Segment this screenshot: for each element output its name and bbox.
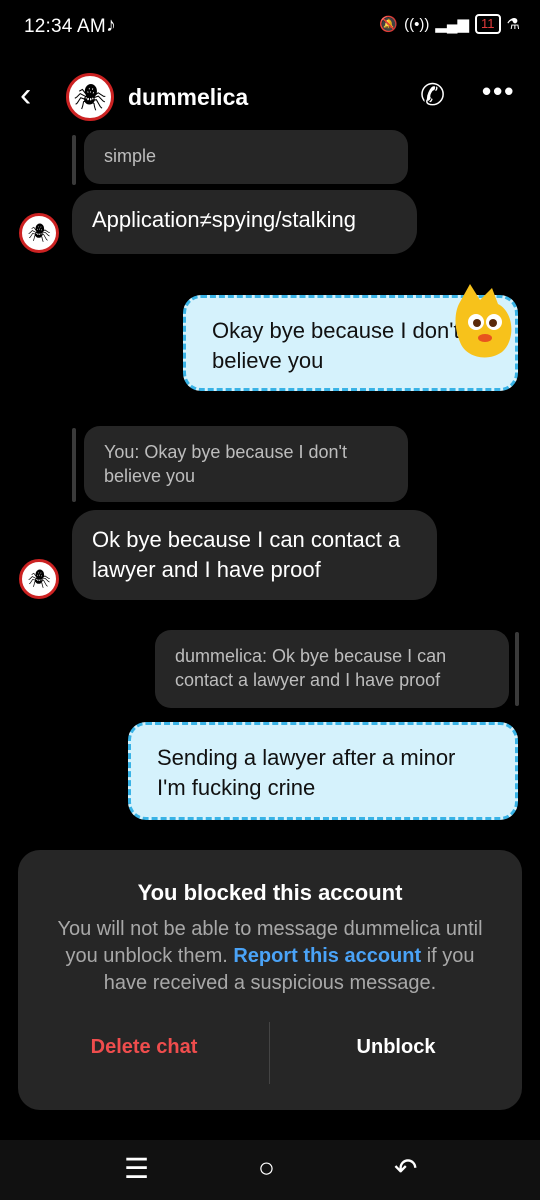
- status-icons: 🔕 ((•)) ▂▄▆ 11 ⚗: [379, 14, 520, 34]
- home-icon[interactable]: ○: [258, 1152, 275, 1184]
- quoted-reply: You: Okay bye because I don't believe yo…: [84, 426, 408, 502]
- partial-message: simple: [84, 130, 408, 184]
- phone-icon[interactable]: ✆: [420, 78, 445, 113]
- back-icon[interactable]: ‹: [20, 78, 31, 112]
- flask-icon: ⚗: [506, 16, 520, 33]
- chat-username[interactable]: dummelica: [128, 84, 248, 111]
- mascot-sticker-icon: [455, 284, 512, 358]
- incoming-message[interactable]: Application≠spying/stalking: [72, 190, 417, 254]
- status-bar: 12:34 AM ♪ 🔕 ((•)) ▂▄▆ 11 ⚗: [0, 0, 540, 56]
- message-avatar[interactable]: 🕷: [19, 559, 59, 599]
- signal-icon: ▂▄▆: [435, 16, 470, 33]
- reply-bar: [72, 428, 76, 502]
- blocked-account-panel: You blocked this account You will not be…: [18, 850, 522, 1110]
- recent-apps-icon[interactable]: ☰: [124, 1152, 149, 1185]
- back-nav-icon[interactable]: ↶: [394, 1152, 417, 1185]
- tiktok-icon: ♪: [106, 14, 116, 36]
- blocked-title: You blocked this account: [137, 880, 403, 905]
- more-icon[interactable]: •••: [482, 76, 515, 107]
- incoming-message[interactable]: Ok bye because I can contact a lawyer an…: [72, 510, 437, 600]
- unblock-button[interactable]: Unblock: [270, 1036, 522, 1059]
- outgoing-message[interactable]: Sending a lawyer after a minor I'm fucki…: [128, 722, 518, 820]
- message-avatar[interactable]: 🕷: [19, 213, 59, 253]
- avatar[interactable]: 🕷: [66, 73, 114, 121]
- hotspot-icon: ((•)): [404, 15, 430, 33]
- report-account-link[interactable]: Report this account: [233, 945, 421, 967]
- navigation-bar: ☰ ○ ↶: [0, 1140, 540, 1200]
- quoted-reply: dummelica: Ok bye because I can contact …: [155, 630, 509, 708]
- reply-bar: [72, 135, 76, 185]
- battery-icon: 11: [475, 14, 501, 34]
- reply-bar: [515, 632, 519, 706]
- blocked-description: You will not be able to message dummelic…: [48, 916, 492, 997]
- delete-chat-button[interactable]: Delete chat: [18, 1036, 270, 1059]
- status-time: 12:34 AM: [24, 16, 106, 37]
- mute-icon: 🔕: [379, 16, 399, 33]
